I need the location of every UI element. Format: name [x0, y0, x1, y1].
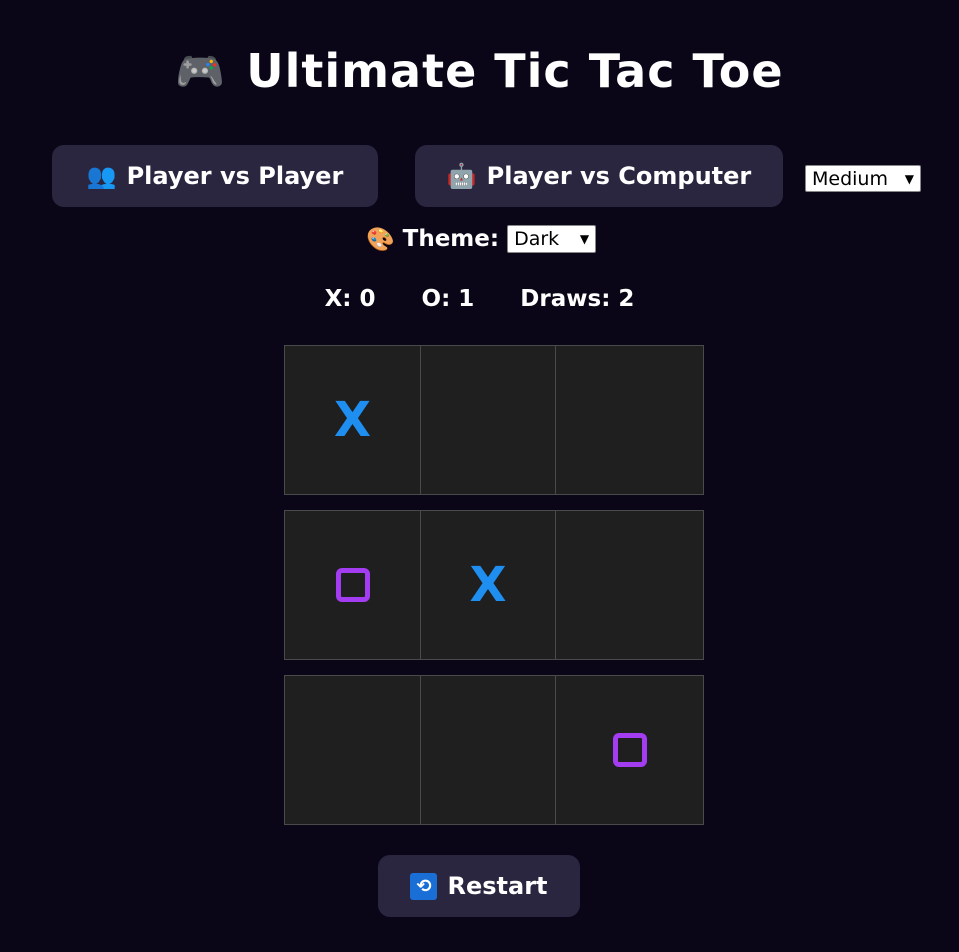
player-vs-computer-button[interactable]: 🤖 Player vs Computer [415, 145, 783, 207]
robot-icon: 🤖 [446, 162, 477, 190]
theme-value: Dark [514, 228, 560, 250]
board-cell[interactable]: X [285, 346, 420, 494]
palette-icon: 🎨 [366, 226, 395, 253]
theme-label: Theme: [402, 226, 500, 252]
scoreboard: X: 0 O: 1 Draws: 2 [0, 286, 959, 312]
restart-button[interactable]: ⟲ Restart [378, 855, 580, 917]
board-cell[interactable] [285, 676, 420, 824]
score-o: O: 1 [421, 286, 475, 312]
title-text: Ultimate Tic Tac Toe [246, 44, 784, 98]
x-mark: X [469, 557, 507, 613]
board-row-1: X [284, 345, 704, 495]
two-players-icon: 👥 [86, 162, 117, 190]
restart-icon: ⟲ [410, 872, 438, 900]
restart-label: Restart [447, 872, 548, 900]
x-mark: X [333, 392, 371, 448]
board-row-2: X [284, 510, 704, 660]
game-page: 🎮 Ultimate Tic Tac Toe 👥 Player vs Playe… [0, 0, 959, 952]
o-mark [335, 568, 370, 602]
difficulty-select[interactable]: Medium ▼ [805, 165, 921, 192]
theme-select[interactable]: Dark ▼ [507, 225, 597, 253]
player-vs-player-button[interactable]: 👥 Player vs Player [52, 145, 378, 207]
game-controller-icon: 🎮 [175, 48, 227, 95]
chevron-down-icon: ▼ [904, 171, 914, 186]
board-cell[interactable]: X [420, 511, 555, 659]
pvp-label: Player vs Player [126, 162, 344, 190]
board-cell[interactable] [420, 346, 555, 494]
o-mark [612, 733, 647, 767]
page-title: 🎮 Ultimate Tic Tac Toe [0, 44, 959, 98]
difficulty-value: Medium [812, 167, 888, 190]
chevron-down-icon: ▼ [579, 232, 590, 246]
score-x: X: 0 [324, 286, 376, 312]
board-row-3 [284, 675, 704, 825]
score-draws: Draws: 2 [520, 286, 635, 312]
pvc-label: Player vs Computer [486, 162, 752, 190]
theme-row: 🎨 Theme: Dark ▼ [366, 225, 597, 253]
board-cell[interactable] [285, 511, 420, 659]
board-cell[interactable] [555, 676, 703, 824]
board-cell[interactable] [420, 676, 555, 824]
board-cell[interactable] [555, 346, 703, 494]
board-cell[interactable] [555, 511, 703, 659]
